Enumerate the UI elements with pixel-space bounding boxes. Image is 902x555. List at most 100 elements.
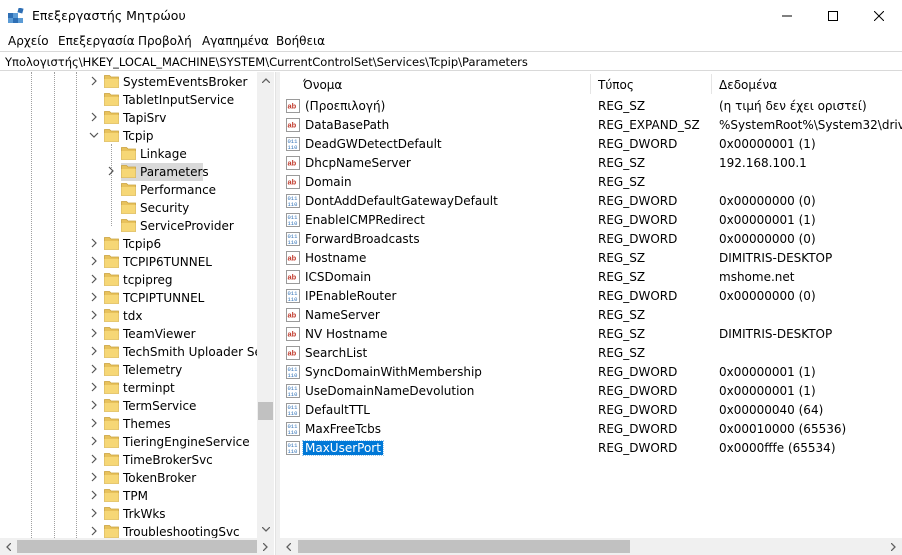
chevron-right-icon[interactable]: [89, 526, 99, 536]
value-row[interactable]: 011 110 DeadGWDetectDefault REG_DWORD 0x0000…: [280, 135, 902, 154]
value-row[interactable]: 011 110 MaxUserPort REG_DWORD 0x0000fffe (65…: [280, 439, 902, 458]
binary-value-icon: 011110: [286, 194, 300, 208]
tree-horizontal-scroll-thumb[interactable]: [17, 540, 257, 553]
tree-item[interactable]: TapiSrv: [0, 109, 258, 127]
menu-view[interactable]: Προβολή: [138, 34, 192, 48]
chevron-right-icon[interactable]: [89, 400, 99, 410]
chevron-right-icon[interactable]: [106, 166, 116, 176]
tree-item[interactable]: tdx: [0, 307, 258, 325]
column-header-name[interactable]: Όνομα: [280, 72, 590, 97]
value-row[interactable]: ab NV Hostname REG_SZ DIMITRIS-DESKTOP: [280, 325, 902, 344]
tree-item[interactable]: TermService: [0, 397, 258, 415]
tree-vertical-scroll-thumb[interactable]: [258, 402, 273, 420]
value-row[interactable]: 011 110 MaxFreeTcbs REG_DWORD 0x00010000 (65…: [280, 420, 902, 439]
tree-item[interactable]: tcpipreg: [0, 271, 258, 289]
value-type: REG_DWORD: [598, 232, 678, 246]
tree-item-label: TimeBrokerSvc: [123, 453, 213, 467]
tree-item[interactable]: Tcpip6: [0, 235, 258, 253]
tree-item[interactable]: ServiceProvider: [0, 217, 258, 235]
value-data: 0x00000000 (0): [719, 232, 816, 246]
tree-item[interactable]: Tcpip: [0, 127, 258, 145]
tree-item[interactable]: TabletInputService: [0, 91, 258, 109]
chevron-right-icon[interactable]: [89, 112, 99, 122]
column-header-type[interactable]: Τύπος: [591, 72, 711, 97]
scroll-left-arrow[interactable]: [280, 538, 297, 555]
value-row[interactable]: 011 110 DontAddDefaultGatewayDefault REG_DW…: [280, 192, 902, 211]
tree-item[interactable]: TechSmith Uploader Servi: [0, 343, 275, 361]
tree-item[interactable]: TCPIP6TUNNEL: [0, 253, 258, 271]
tree-item[interactable]: TokenBroker: [0, 469, 258, 487]
value-row[interactable]: 011 110 UseDomainNameDevolution REG_DWORD 0x…: [280, 382, 902, 401]
chevron-right-icon[interactable]: [89, 292, 99, 302]
value-row[interactable]: ab ICSDomain REG_SZ mshome.net: [280, 268, 902, 287]
tree-horizontal-scrollbar[interactable]: [0, 538, 274, 555]
chevron-down-icon: [261, 527, 270, 532]
chevron-right-icon[interactable]: [89, 76, 99, 86]
chevron-right-icon[interactable]: [89, 238, 99, 248]
chevron-right-icon[interactable]: [89, 256, 99, 266]
value-row[interactable]: ab (Προεπιλογή) REG_SZ (η τιμή δεν έχει ορι…: [280, 97, 902, 116]
chevron-right-icon[interactable]: [89, 310, 99, 320]
address-path[interactable]: Υπολογιστής\HKEY_LOCAL_MACHINE\SYSTEM\Cu…: [5, 55, 528, 69]
scroll-right-arrow[interactable]: [885, 538, 902, 555]
tree-item[interactable]: SystemEventsBroker: [0, 73, 258, 91]
chevron-right-icon[interactable]: [89, 418, 99, 428]
menu-help[interactable]: Βοήθεια: [276, 34, 325, 48]
tree-item[interactable]: TimeBrokerSvc: [0, 451, 258, 469]
chevron-right-icon[interactable]: [89, 454, 99, 464]
values-horizontal-scrollbar[interactable]: [280, 538, 902, 555]
value-row[interactable]: 011 110 DefaultTTL REG_DWORD 0x00000040 (64): [280, 401, 902, 420]
tree-item[interactable]: Performance: [0, 181, 258, 199]
tree-item[interactable]: Parameters: [0, 163, 258, 181]
title-bar[interactable]: Επεξεργαστής Μητρώου: [0, 0, 902, 31]
scroll-up-arrow[interactable]: [257, 72, 274, 89]
tree-item[interactable]: TrkWks: [0, 505, 258, 523]
value-row[interactable]: 011 110 SyncDomainWithMembership REG_DWORD 0…: [280, 363, 902, 382]
chevron-right-icon[interactable]: [89, 490, 99, 500]
value-row[interactable]: ab Hostname REG_SZ DIMITRIS-DESKTOP: [280, 249, 902, 268]
folder-icon: [104, 381, 119, 394]
value-row[interactable]: 011 110 IPEnableRouter REG_DWORD 0x00000000 …: [280, 287, 902, 306]
value-row[interactable]: ab Domain REG_SZ: [280, 173, 902, 192]
menu-favorites[interactable]: Αγαπημένα: [202, 34, 269, 48]
menu-file[interactable]: Αρχείο: [8, 34, 49, 48]
value-row[interactable]: 011 110 EnableICMPRedirect REG_DWORD 0x00000…: [280, 211, 902, 230]
chevron-right-icon[interactable]: [89, 328, 99, 338]
maximize-button[interactable]: [810, 0, 856, 31]
minimize-button[interactable]: [764, 0, 810, 31]
tree-item[interactable]: TCPIPTUNNEL: [0, 289, 258, 307]
value-row[interactable]: 011 110 ForwardBroadcasts REG_DWORD 0x000000…: [280, 230, 902, 249]
chevron-right-icon[interactable]: [89, 364, 99, 374]
values-horizontal-scroll-thumb[interactable]: [298, 540, 630, 553]
tree-item[interactable]: Telemetry: [0, 361, 258, 379]
tree-item[interactable]: TieringEngineService: [0, 433, 258, 451]
value-row[interactable]: ab SearchList REG_SZ: [280, 344, 902, 363]
value-row[interactable]: ab DataBasePath REG_EXPAND_SZ %SystemRoot%\…: [280, 116, 902, 135]
chevron-down-icon[interactable]: [89, 130, 99, 140]
tree-item[interactable]: TeamViewer: [0, 325, 258, 343]
chevron-right-icon[interactable]: [89, 274, 99, 284]
column-header-data[interactable]: Δεδομένα: [712, 72, 902, 97]
tree-item[interactable]: Security: [0, 199, 258, 217]
scroll-down-arrow[interactable]: [257, 521, 274, 538]
menu-edit[interactable]: Επεξεργασία: [58, 34, 135, 48]
tree-item[interactable]: Linkage: [0, 145, 258, 163]
chevron-right-icon[interactable]: [89, 472, 99, 482]
tree-vertical-scrollbar[interactable]: [257, 72, 274, 538]
scroll-left-arrow[interactable]: [0, 538, 17, 555]
value-row[interactable]: ab DhcpNameServer REG_SZ 192.168.100.1: [280, 154, 902, 173]
tree-item[interactable]: terminpt: [0, 379, 258, 397]
chevron-right-icon[interactable]: [89, 508, 99, 518]
chevron-right-icon[interactable]: [89, 436, 99, 446]
values-list[interactable]: Όνομα Τύπος Δεδομένα ab (Προεπιλογή) REG_S…: [280, 72, 902, 555]
chevron-right-icon[interactable]: [89, 382, 99, 392]
scroll-right-arrow[interactable]: [257, 538, 274, 555]
chevron-right-icon[interactable]: [89, 346, 99, 356]
key-tree[interactable]: SystemEventsBroker TabletInputService Tapi…: [0, 72, 275, 555]
value-row[interactable]: ab NameServer REG_SZ: [280, 306, 902, 325]
address-bar[interactable]: Υπολογιστής\HKEY_LOCAL_MACHINE\SYSTEM\Cu…: [0, 51, 902, 71]
tree-item[interactable]: TPM: [0, 487, 258, 505]
folder-icon: [104, 111, 119, 124]
tree-item[interactable]: Themes: [0, 415, 258, 433]
close-button[interactable]: [856, 0, 902, 31]
